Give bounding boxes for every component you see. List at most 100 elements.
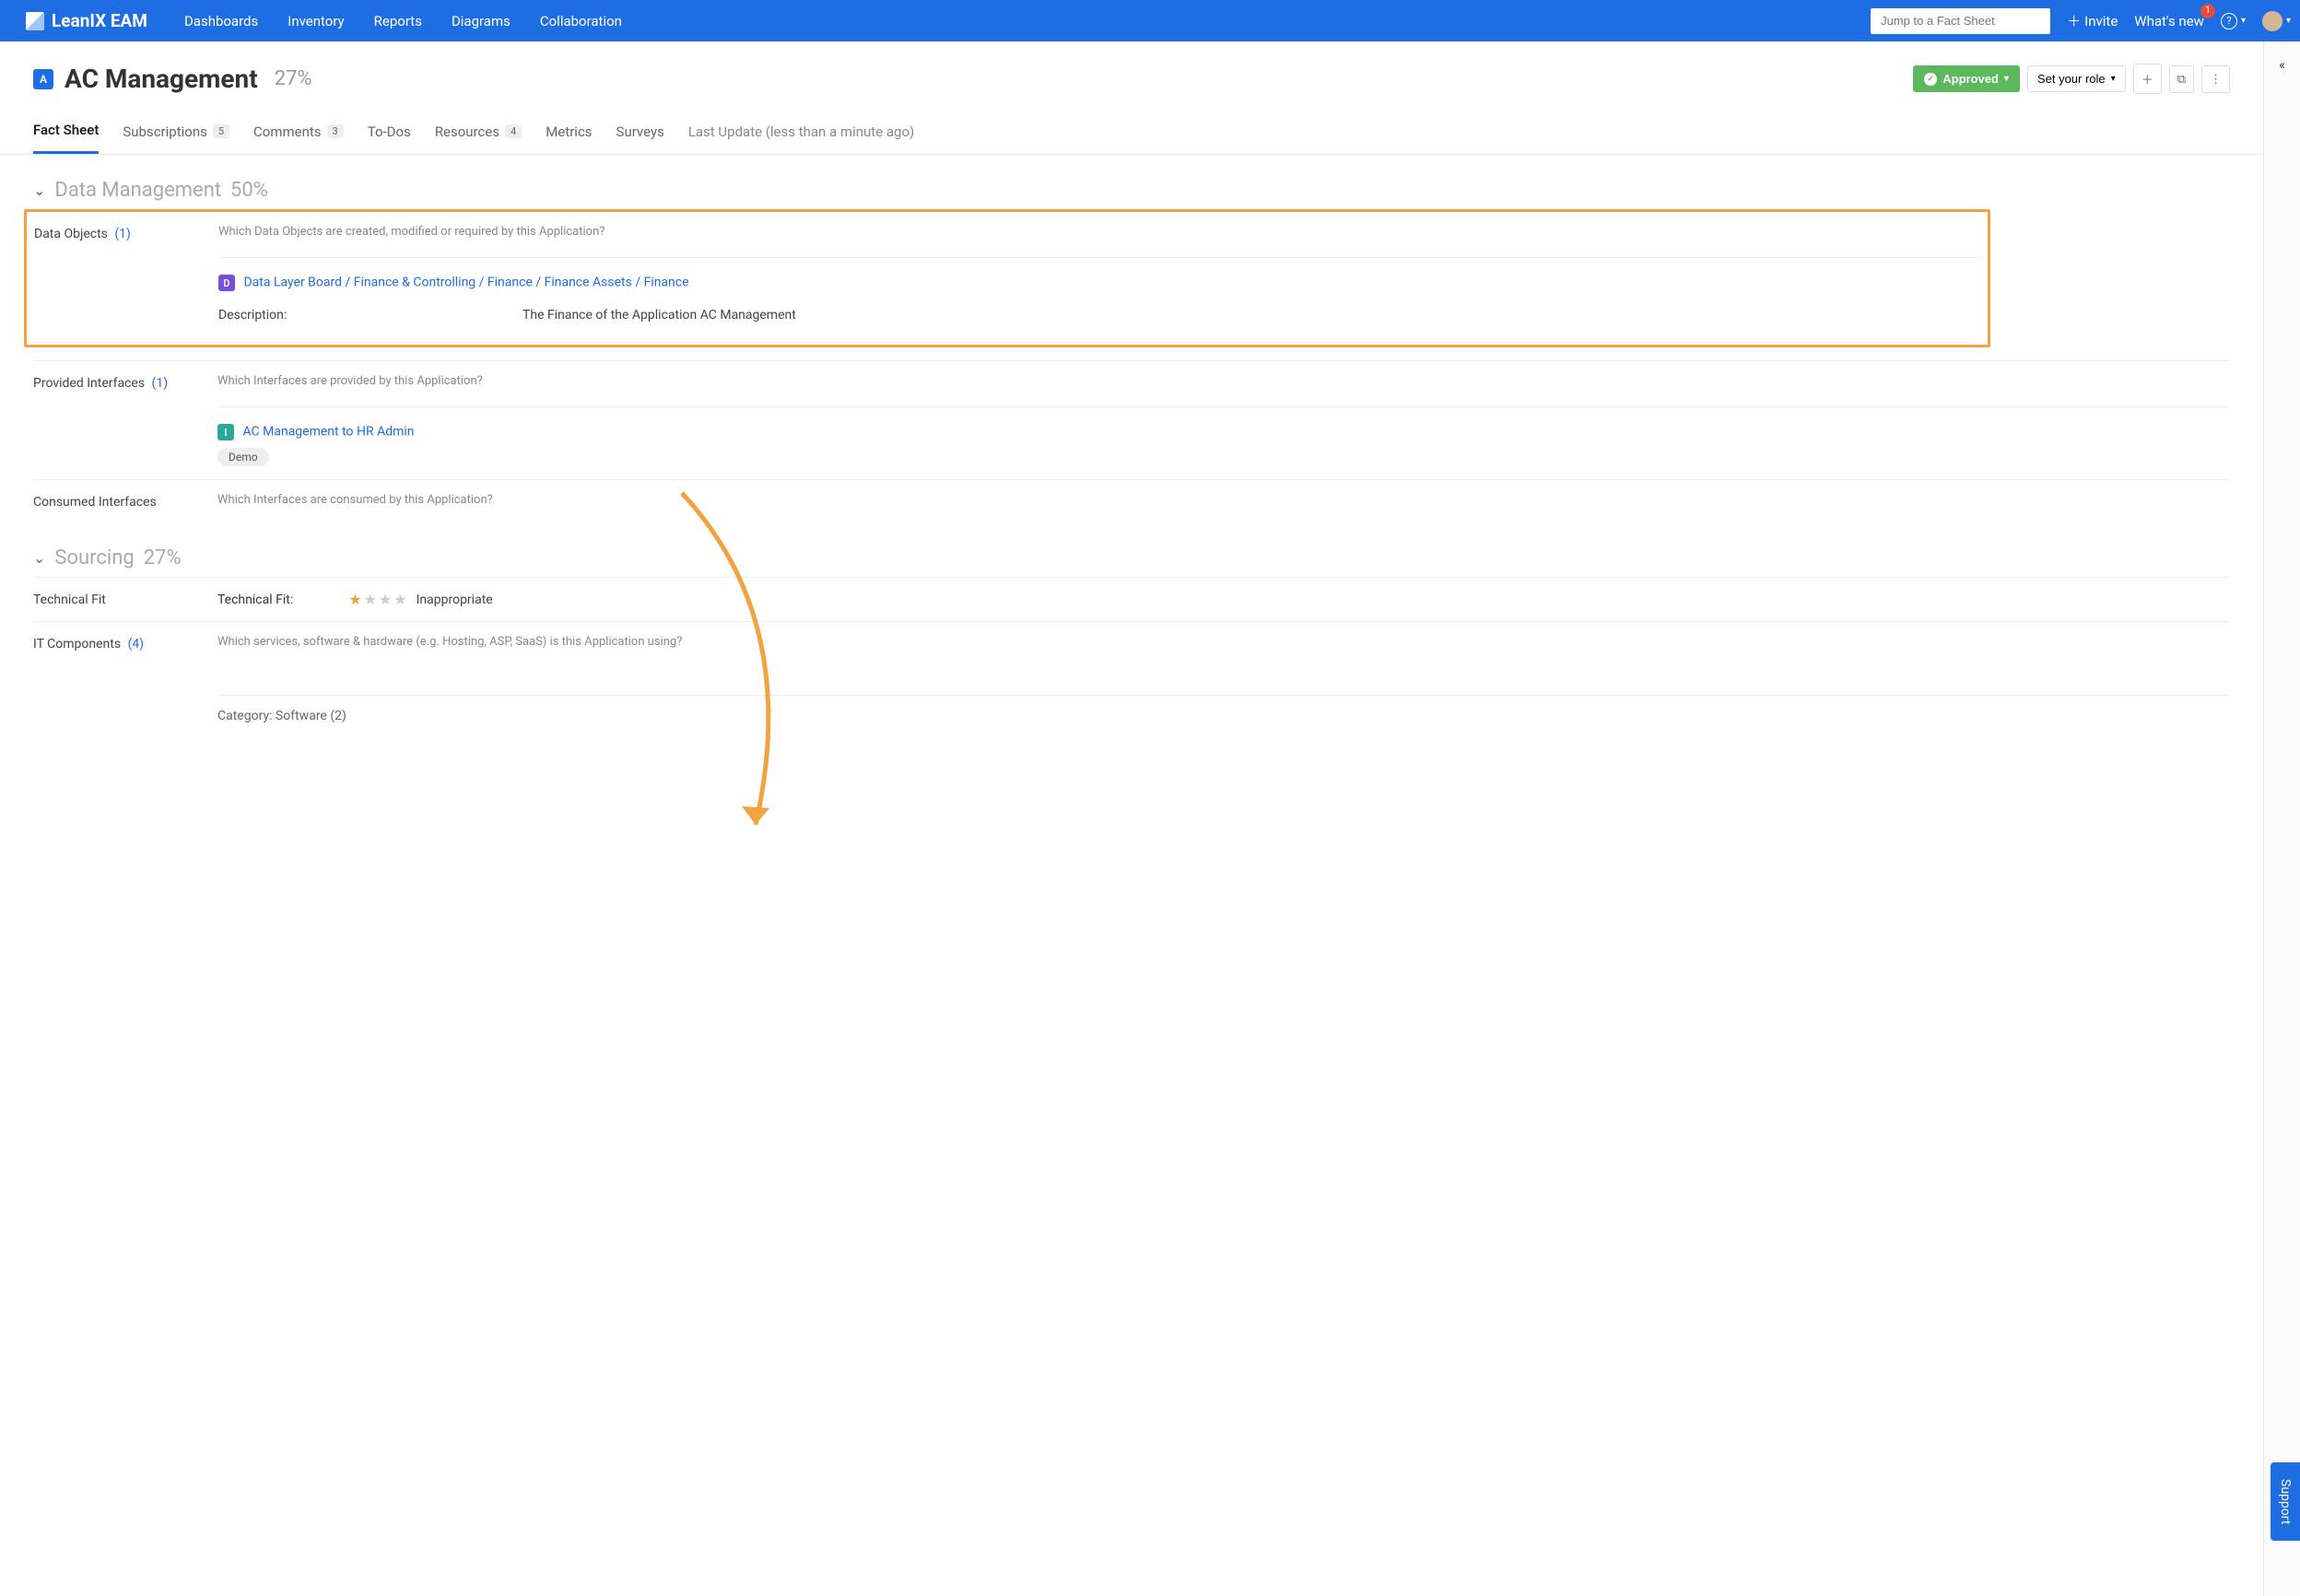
- copy-button[interactable]: ⧉: [2169, 65, 2194, 93]
- star-icon: ★: [379, 591, 392, 608]
- plus-icon: ＋: [2142, 70, 2153, 88]
- field-count: (1): [152, 376, 169, 391]
- field-sublabel: Technical Fit:: [217, 593, 293, 607]
- tab-subscriptions[interactable]: Subscriptions 5: [123, 122, 229, 154]
- notification-badge: 1: [2200, 4, 2215, 18]
- chevron-down-icon: ⌄: [33, 182, 45, 199]
- page-header: A AC Management 27% ✓ Approved ▾ Set you…: [33, 64, 2230, 94]
- set-role-button[interactable]: Set your role ▾: [2027, 65, 2126, 92]
- tab-label: Comments: [253, 123, 322, 140]
- highlight-annotation: Data Objects (1) Which Data Objects are …: [24, 209, 1990, 347]
- set-role-label: Set your role: [2037, 72, 2106, 86]
- nav-inventory[interactable]: Inventory: [288, 13, 344, 29]
- brand-logo[interactable]: LeanIX EAM: [26, 10, 147, 31]
- nav-reports[interactable]: Reports: [374, 13, 422, 29]
- data-object-badge-icon: D: [218, 275, 235, 291]
- tab-todos[interactable]: To-Dos: [368, 122, 411, 154]
- top-nav: LeanIX EAM Dashboards Inventory Reports …: [0, 0, 2300, 41]
- help-menu[interactable]: ? ▾: [2221, 13, 2246, 29]
- tab-surveys[interactable]: Surveys: [616, 122, 664, 154]
- field-count: (4): [128, 637, 145, 651]
- description-value: The Finance of the Application AC Manage…: [522, 308, 796, 323]
- tabs: Fact Sheet Subscriptions 5 Comments 3 To…: [0, 122, 2263, 155]
- star-icon: ★: [393, 591, 406, 608]
- check-icon: ✓: [1924, 73, 1937, 86]
- add-button[interactable]: ＋: [2133, 64, 2162, 94]
- data-object-link[interactable]: D Data Layer Board / Finance & Controlli…: [218, 275, 1980, 291]
- field-hint: Which Interfaces are consumed by this Ap…: [217, 493, 2230, 507]
- copy-icon: ⧉: [2177, 72, 2186, 87]
- field-hint: Which Data Objects are created, modified…: [218, 225, 1980, 239]
- section-toggle[interactable]: ⌄ Data Management 50%: [33, 179, 2230, 202]
- more-button[interactable]: ⋮: [2201, 65, 2230, 93]
- nav-right: ＋ Invite What's new 1 ? ▾ ▾: [1871, 8, 2291, 34]
- tab-label: Resources: [435, 123, 499, 140]
- interface-badge-icon: I: [217, 424, 234, 440]
- more-icon: ⋮: [2210, 72, 2222, 87]
- row-technical-fit: Technical Fit Technical Fit: ★ ★ ★ ★ Ina…: [33, 577, 2230, 621]
- section-title: Data Management: [54, 179, 221, 202]
- support-button[interactable]: Support: [2271, 1462, 2300, 1541]
- logo-icon: [26, 12, 44, 30]
- field-hint: Which services, software & hardware (e.g…: [217, 635, 2230, 649]
- star-icon: ★: [364, 591, 377, 608]
- completion-percentage: 27%: [275, 67, 312, 90]
- row-it-components: IT Components (4) Which services, softwa…: [33, 621, 2230, 736]
- plus-icon: ＋: [2067, 11, 2081, 30]
- star-icon: ★: [348, 591, 361, 608]
- status-label: Approved: [1942, 72, 1999, 86]
- nav-collaboration[interactable]: Collaboration: [540, 13, 622, 29]
- link-text: AC Management to HR Admin: [242, 425, 414, 440]
- collapse-panel-icon[interactable]: «: [2279, 58, 2285, 73]
- field-label: Consumed Interfaces: [33, 495, 157, 510]
- nav-diagrams[interactable]: Diagrams: [452, 13, 510, 29]
- chevron-down-icon: ▾: [2004, 74, 2009, 84]
- row-label: Consumed Interfaces: [33, 493, 217, 510]
- category-header: Category: Software (2): [217, 709, 346, 723]
- invite-button[interactable]: ＋ Invite: [2067, 11, 2118, 30]
- nav-dashboards[interactable]: Dashboards: [184, 13, 258, 29]
- interface-link[interactable]: I AC Management to HR Admin: [217, 424, 2230, 440]
- whats-new-button[interactable]: What's new 1: [2134, 13, 2204, 29]
- field-label: Provided Interfaces: [33, 376, 145, 391]
- row-label: Technical Fit: [33, 591, 217, 608]
- chevron-down-icon: ▾: [2286, 16, 2291, 26]
- link-text: Data Layer Board / Finance & Controlling…: [243, 276, 688, 290]
- main-content: A AC Management 27% ✓ Approved ▾ Set you…: [0, 41, 2263, 1596]
- chevron-down-icon: ▾: [2111, 74, 2116, 84]
- tab-factsheet[interactable]: Fact Sheet: [33, 122, 99, 154]
- tag-pill[interactable]: Demo: [217, 448, 269, 466]
- section-toggle[interactable]: ⌄ Sourcing 27%: [33, 546, 2230, 569]
- tab-comments[interactable]: Comments 3: [253, 122, 344, 154]
- question-icon: ?: [2221, 13, 2237, 29]
- search-input[interactable]: [1871, 8, 2050, 34]
- section-sourcing: ⌄ Sourcing 27% Technical Fit Technical F…: [33, 546, 2230, 736]
- avatar: [2262, 11, 2282, 31]
- brand-name: LeanIX EAM: [52, 10, 147, 31]
- row-consumed-interfaces: Consumed Interfaces Which Interfaces are…: [33, 479, 2230, 522]
- status-button[interactable]: ✓ Approved ▾: [1913, 65, 2020, 92]
- section-percentage: 27%: [144, 546, 182, 569]
- field-label: Data Objects: [34, 227, 108, 241]
- field-label: Technical Fit: [33, 593, 106, 607]
- row-label: Provided Interfaces (1): [33, 374, 217, 466]
- section-data-management: ⌄ Data Management 50% Data Objects (1) W…: [33, 179, 2230, 522]
- section-title: Sourcing: [54, 546, 134, 569]
- user-menu[interactable]: ▾: [2262, 11, 2291, 31]
- tab-count: 4: [505, 124, 522, 138]
- invite-label: Invite: [2084, 13, 2118, 29]
- field-label: IT Components: [33, 637, 121, 651]
- tab-resources[interactable]: Resources 4: [435, 122, 522, 154]
- row-label: Data Objects (1): [34, 225, 218, 323]
- application-type-badge: A: [33, 69, 53, 89]
- description-label: Description:: [218, 308, 522, 323]
- tab-metrics[interactable]: Metrics: [546, 122, 592, 154]
- tab-last-update[interactable]: Last Update (less than a minute ago): [688, 122, 914, 154]
- tab-count: 3: [327, 124, 344, 138]
- chevron-down-icon: ⌄: [33, 549, 45, 567]
- star-rating[interactable]: ★ ★ ★ ★ Inappropriate: [348, 591, 492, 608]
- page-title: AC Management: [65, 64, 258, 94]
- row-label: IT Components (4): [33, 635, 217, 723]
- row-provided-interfaces: Provided Interfaces (1) Which Interfaces…: [33, 360, 2230, 479]
- row-data-objects: Data Objects (1) Which Data Objects are …: [34, 221, 1980, 335]
